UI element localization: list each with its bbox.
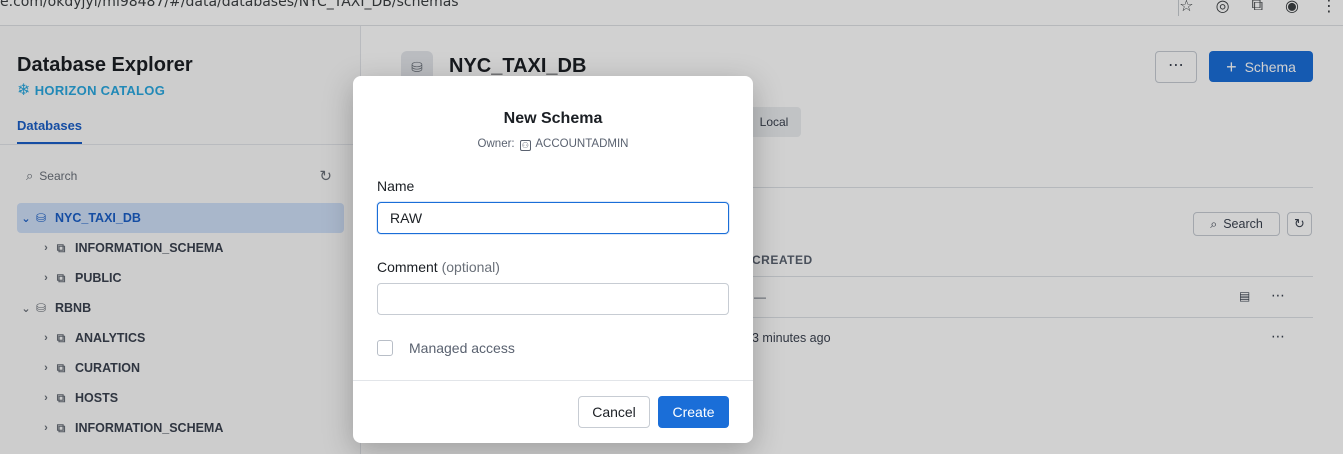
create-button[interactable]: Create xyxy=(658,396,729,428)
managed-access-label[interactable]: Managed access xyxy=(409,340,515,356)
schema-name-input[interactable] xyxy=(377,202,729,234)
comment-label-text: Comment xyxy=(377,259,438,275)
owner-value: ACCOUNTADMIN xyxy=(535,138,629,150)
user-icon: ⚇ xyxy=(519,140,531,151)
owner-line: Owner: ⚇ ACCOUNTADMIN xyxy=(353,138,753,151)
dialog-title: New Schema xyxy=(503,110,603,127)
new-schema-dialog: New Schema Owner: ⚇ ACCOUNTADMIN Name Co… xyxy=(353,76,753,443)
managed-access-checkbox[interactable] xyxy=(377,340,393,356)
optional-hint: (optional) xyxy=(441,259,500,275)
comment-label: Comment (optional) xyxy=(377,259,500,275)
name-label: Name xyxy=(377,178,415,194)
dialog-footer-divider xyxy=(353,380,753,381)
owner-label: Owner: xyxy=(477,138,515,150)
cancel-button[interactable]: Cancel xyxy=(578,396,650,428)
comment-input[interactable] xyxy=(377,283,729,315)
